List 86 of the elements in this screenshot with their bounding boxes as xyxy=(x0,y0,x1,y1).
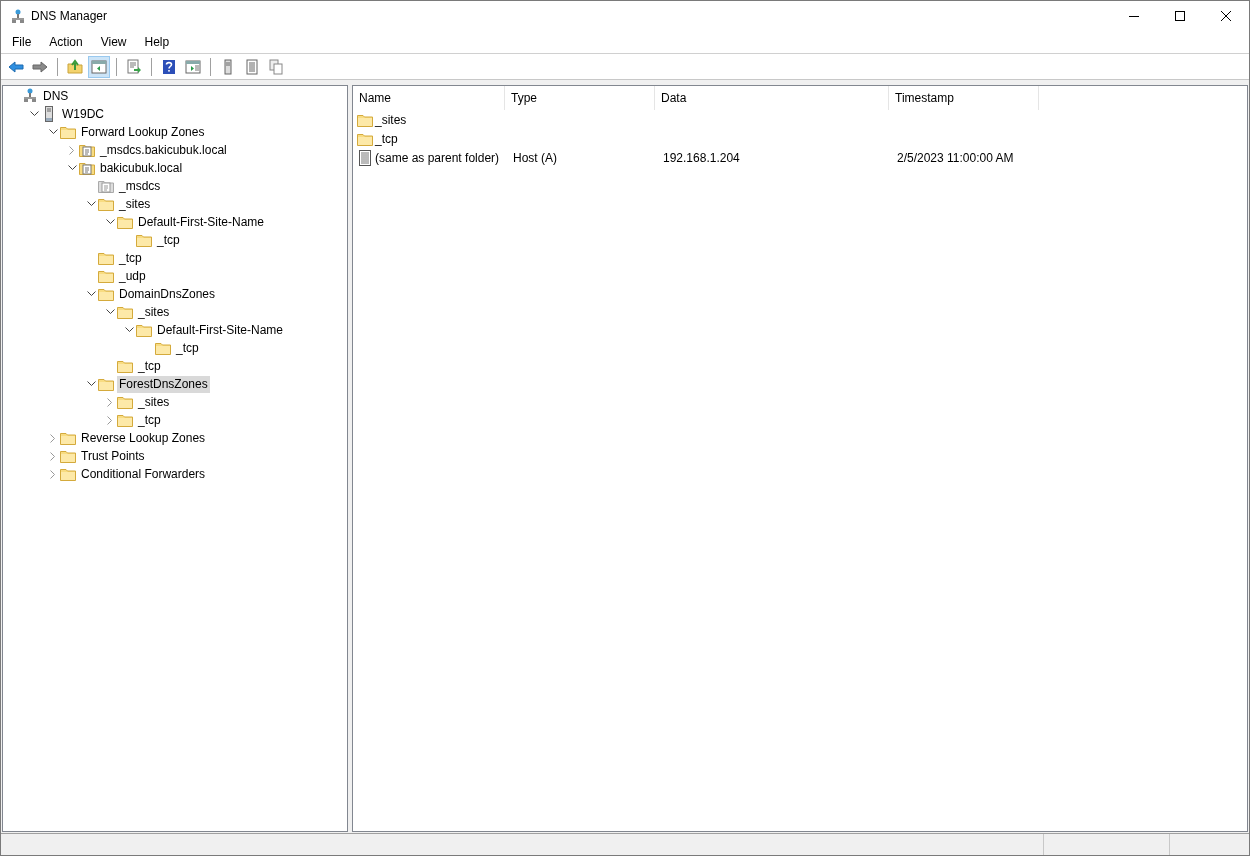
menu-item[interactable]: File xyxy=(3,32,41,52)
maximize-icon xyxy=(1175,11,1185,21)
chevron-right-icon[interactable] xyxy=(107,415,113,425)
chevron-down-icon[interactable] xyxy=(29,111,39,117)
column-header[interactable]: Name xyxy=(353,86,505,110)
tree-item[interactable]: Conditional Forwarders xyxy=(79,465,208,483)
folder-icon xyxy=(117,358,133,374)
folder-icon xyxy=(136,232,152,248)
menu-item[interactable]: Help xyxy=(135,32,179,52)
column-header[interactable]: Type xyxy=(505,86,655,110)
tree-item[interactable]: _tcp xyxy=(136,411,163,429)
folder-icon xyxy=(98,196,114,212)
tree-item[interactable]: _tcp xyxy=(155,231,182,249)
list-item[interactable]: (same as parent folder) xyxy=(375,148,500,167)
table-cell-text: 2/5/2023 11:00:00 AM xyxy=(897,149,1014,167)
chevron-down-icon[interactable] xyxy=(48,129,58,135)
chevron-down-icon[interactable] xyxy=(86,381,96,387)
folder-icon xyxy=(117,304,133,320)
folder-icon xyxy=(117,214,133,230)
action-pane-icon xyxy=(185,58,201,75)
tree-item[interactable]: Default-First-Site-Name xyxy=(155,321,286,339)
zone-file-icon xyxy=(98,178,114,194)
network-icon xyxy=(11,8,25,24)
folder-icon xyxy=(98,376,114,392)
tree-item[interactable]: _sites xyxy=(136,303,172,321)
list-icon xyxy=(244,58,260,75)
menu-item[interactable]: Action xyxy=(40,32,92,52)
folder-icon xyxy=(117,412,133,428)
chevron-right-icon[interactable] xyxy=(107,397,113,407)
chevron-right-icon[interactable] xyxy=(50,451,56,461)
folder-icon xyxy=(98,286,114,302)
tree-item[interactable]: Forward Lookup Zones xyxy=(79,123,207,141)
copy-icon xyxy=(268,58,284,75)
tree-item[interactable]: _sites xyxy=(117,195,153,213)
window-title: DNS Manager xyxy=(31,8,108,25)
record-icon xyxy=(357,149,373,166)
tree-item[interactable]: _tcp xyxy=(136,357,163,375)
chevron-down-icon[interactable] xyxy=(86,201,96,207)
tree-item[interactable]: _msdcs.bakicubuk.local xyxy=(98,141,229,159)
tree-item[interactable]: Reverse Lookup Zones xyxy=(79,429,208,447)
folder-up-icon xyxy=(67,58,83,75)
tree-item[interactable]: ForestDnsZones xyxy=(117,375,210,393)
folder-icon xyxy=(60,430,76,446)
column-header[interactable]: Data xyxy=(655,86,889,110)
tree-item[interactable]: _tcp xyxy=(174,339,201,357)
chevron-down-icon[interactable] xyxy=(67,165,77,171)
tree-item[interactable]: Default-First-Site-Name xyxy=(136,213,267,231)
folder-icon xyxy=(60,448,76,464)
network-icon xyxy=(22,88,38,104)
list-item[interactable]: _tcp xyxy=(375,129,398,148)
tree-item[interactable]: DomainDnsZones xyxy=(117,285,218,303)
tree-item[interactable]: _msdcs xyxy=(117,177,163,195)
tree-item[interactable]: W19DC xyxy=(60,105,106,123)
folder-icon xyxy=(155,340,171,356)
folder-icon xyxy=(98,268,114,284)
forward-arrow-icon xyxy=(32,58,48,75)
folder-icon xyxy=(98,250,114,266)
chevron-down-icon[interactable] xyxy=(86,291,96,297)
back-arrow-icon xyxy=(8,58,24,75)
menu-item[interactable]: View xyxy=(91,32,136,52)
console-tree-icon xyxy=(91,58,107,75)
folder-icon xyxy=(60,466,76,482)
folder-icon xyxy=(136,322,152,338)
list-item[interactable]: _sites xyxy=(375,110,407,129)
export-list-icon xyxy=(126,58,142,75)
chevron-right-icon[interactable] xyxy=(69,145,75,155)
tree-item[interactable]: bakicubuk.local xyxy=(98,159,185,177)
zone-file-icon xyxy=(79,142,95,158)
help-icon xyxy=(161,58,177,75)
tree-item[interactable]: DNS xyxy=(41,87,71,105)
chevron-down-icon[interactable] xyxy=(105,309,115,315)
chevron-right-icon[interactable] xyxy=(50,433,56,443)
tree-item[interactable]: _sites xyxy=(136,393,172,411)
tree-item[interactable]: Trust Points xyxy=(79,447,147,465)
tree-item[interactable]: _udp xyxy=(117,267,148,285)
close-icon xyxy=(1221,11,1231,21)
table-cell-text: 192.168.1.204 xyxy=(663,149,740,167)
chevron-down-icon[interactable] xyxy=(124,327,134,333)
folder-icon xyxy=(117,394,133,410)
column-header[interactable]: Timestamp xyxy=(889,86,1039,110)
folder-icon xyxy=(60,124,76,140)
zone-file-icon xyxy=(79,160,95,176)
chevron-down-icon[interactable] xyxy=(105,219,115,225)
tree-item[interactable]: _tcp xyxy=(117,249,144,267)
table-cell-text: Host (A) xyxy=(513,149,557,167)
chevron-right-icon[interactable] xyxy=(50,469,56,479)
